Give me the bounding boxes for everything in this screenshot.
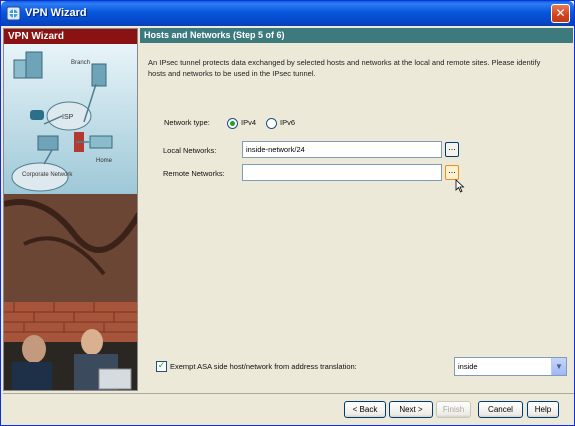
local-networks-field[interactable]: inside-network/24 [242,141,442,158]
title-bar: VPN Wizard ✕ [1,1,574,26]
network-illustration: Branch ISP Home Corporate Network [4,44,137,390]
close-button[interactable]: ✕ [551,4,570,23]
local-networks-label: Local Networks: [163,146,217,155]
button-bar-divider [3,393,574,394]
isp-label: ISP [62,114,74,121]
ipv4-label: IPv4 [241,118,257,127]
mouse-pointer-icon [455,179,465,193]
corporate-network-label: Corporate Network [22,172,73,178]
window-title: VPN Wizard [25,7,87,19]
wizard-side-panel: VPN Wizard Branch ISP Home Corporate Net… [3,28,138,391]
exempt-nat-label: Exempt ASA side host/network from addres… [170,362,357,371]
remote-networks-label: Remote Networks: [163,169,225,178]
vpn-wizard-window: VPN Wizard ✕ VPN Wizard Branch ISP Home [0,0,575,426]
exempt-nat-checkbox[interactable]: ✓ [156,361,167,372]
home-label: Home [96,158,113,164]
branch-label: Branch [71,60,90,66]
remote-networks-field[interactable] [242,164,442,181]
step-description: An IPsec tunnel protects data exchanged … [148,58,541,78]
vpn-wizard-app-icon [6,6,21,21]
chevron-down-icon[interactable]: ▼ [551,358,566,375]
help-button[interactable]: Help [527,401,559,418]
finish-button[interactable]: Finish [436,401,471,418]
ipv6-radio[interactable] [266,118,277,129]
cancel-button[interactable]: Cancel [478,401,523,418]
next-button[interactable]: Next > [389,401,433,418]
ipv6-label: IPv6 [280,118,296,127]
remote-networks-browse-button[interactable]: ... [445,165,459,180]
side-panel-title: VPN Wizard [4,29,137,44]
interface-select[interactable]: inside ▼ [454,357,567,376]
step-content: An IPsec tunnel protects data exchanged … [140,43,573,391]
ipv4-radio[interactable] [227,118,238,129]
local-networks-browse-button[interactable]: ... [445,142,459,157]
back-button[interactable]: < Back [344,401,386,418]
interface-select-value: inside [458,362,478,371]
network-type-label: Network type: [164,118,210,127]
step-title: Hosts and Networks (Step 5 of 6) [140,28,573,43]
